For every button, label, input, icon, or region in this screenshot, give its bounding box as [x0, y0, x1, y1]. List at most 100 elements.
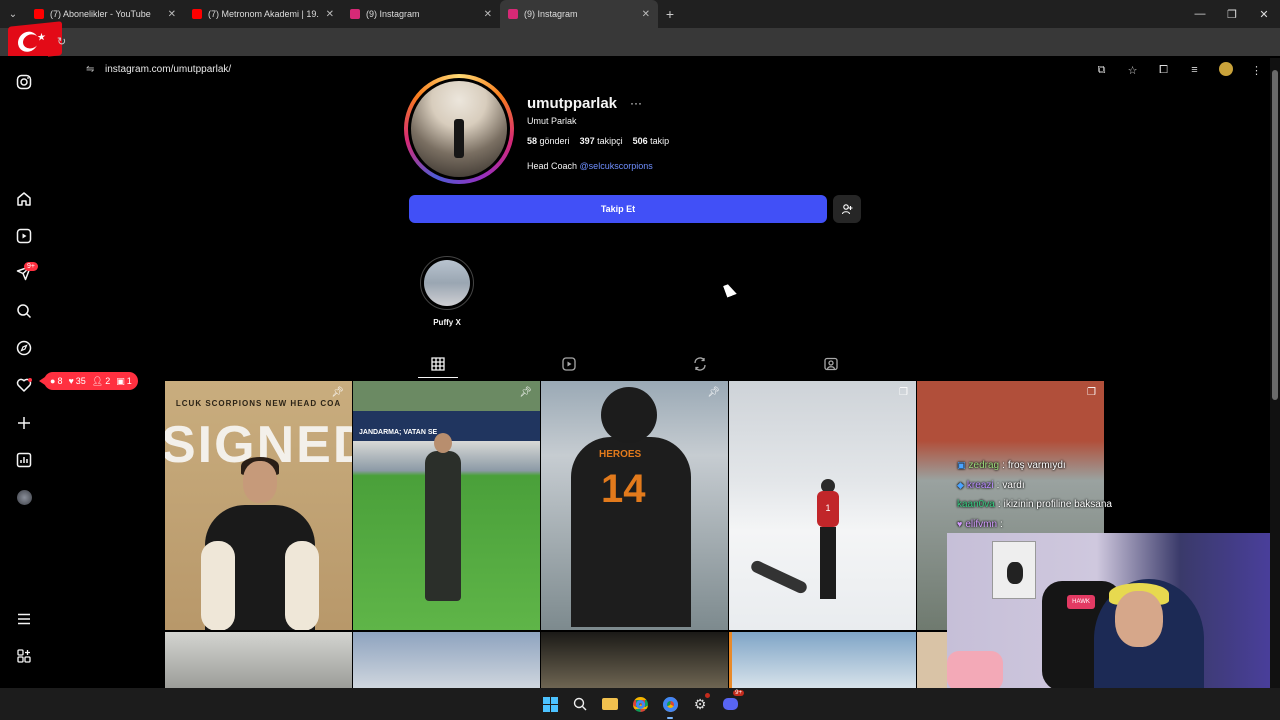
browser-toolbar-icons: ⧉ ☆ ⧠ ≡ ⋮: [1086, 56, 1272, 84]
close-window-icon[interactable]: ✕: [1248, 0, 1280, 28]
tab-title: (9) Instagram: [524, 9, 578, 19]
jersey-number: 1: [825, 503, 831, 513]
stream-chat-overlay: ▣ zedrag: froş varmıydı ◆ kreazi: vardı kaan…: [957, 456, 1157, 534]
close-tab-icon[interactable]: ✕: [168, 9, 176, 20]
chat-message: kaan0va: ikizinin profiline baksana: [957, 499, 1112, 511]
jersey-team-text: HEROES: [599, 449, 642, 460]
requests-count: ▣ 1: [116, 375, 132, 387]
tab-search-chevron-icon[interactable]: ⌄: [0, 0, 26, 28]
chrome-active-icon[interactable]: [660, 694, 680, 719]
notifications-heart-icon[interactable]: [14, 375, 34, 395]
chat-badge-icon: ◆: [957, 479, 964, 490]
browser-tab-instagram-active[interactable]: (9) Instagram ✕: [500, 0, 658, 28]
carousel-icon: ❐: [899, 387, 908, 398]
bookmark-star-icon[interactable]: ☆: [1117, 64, 1148, 77]
scrollbar-thumb[interactable]: [1272, 70, 1278, 400]
tab-title: (9) Instagram: [366, 9, 420, 19]
post-banner-text: LCUK SCORPIONS NEW HEAD COA: [175, 399, 342, 408]
following-stat[interactable]: 506 takip: [633, 136, 670, 146]
youtube-icon: [192, 9, 202, 19]
reels-icon[interactable]: [14, 226, 34, 246]
follow-request-icon: ▣: [116, 375, 125, 386]
address-bar: ⇋ instagram.com/umutpparlak/ ⧉ ☆ ⧠ ≡ ⋮: [0, 28, 1280, 77]
profile-picture[interactable]: [404, 74, 514, 184]
pinned-icon: 📌︎: [519, 387, 532, 398]
wall-poster: [992, 541, 1036, 599]
jersey-number: 14: [601, 467, 646, 511]
discord-icon[interactable]: 9+: [720, 690, 744, 714]
tab-title: (7) Abonelikler - YouTube: [50, 9, 151, 19]
instagram-logo-icon[interactable]: [14, 72, 34, 92]
youtube-icon: [34, 9, 44, 19]
tab-title: (7) Metronom Akademi | 19. Bö: [208, 9, 322, 19]
home-icon[interactable]: [14, 189, 34, 209]
followers-stat[interactable]: 397 takipçi: [580, 136, 623, 146]
page-scrollbar[interactable]: [1270, 58, 1280, 688]
plush-toy: [947, 651, 1003, 688]
story-highlight[interactable]: [420, 256, 474, 310]
also-from-meta-icon[interactable]: [14, 646, 34, 666]
tab-posts-grid-icon[interactable]: [430, 356, 446, 372]
tab-reels-icon[interactable]: [561, 356, 577, 372]
extensions-icon[interactable]: ⧠: [1148, 64, 1179, 77]
profile-full-name: Umut Parlak: [527, 116, 577, 126]
chrome-icon[interactable]: [630, 694, 650, 714]
tab-reposts-icon[interactable]: [692, 356, 708, 372]
close-tab-icon[interactable]: ✕: [326, 9, 334, 20]
reload-icon[interactable]: ↻: [57, 35, 66, 48]
profile-bio: Head Coach @selcukscorpions: [527, 161, 653, 171]
media-controls-icon[interactable]: ≡: [1179, 64, 1210, 76]
profile-stats: 58 gönderi 397 takipçi 506 takip: [527, 136, 669, 146]
settings-gear-icon[interactable]: ⚙: [690, 693, 710, 714]
carousel-icon: ❐: [1087, 387, 1096, 398]
likes-count: ♥ 35: [68, 376, 86, 386]
browser-menu-icon[interactable]: ⋮: [1241, 64, 1272, 77]
comment-icon: ●: [50, 376, 56, 386]
highlight-label: Puffy X: [433, 318, 461, 327]
more-menu-icon[interactable]: [14, 609, 34, 629]
post-thumbnail[interactable]: [353, 632, 540, 688]
install-app-icon[interactable]: ⧉: [1086, 64, 1117, 77]
restore-icon[interactable]: ❐: [1216, 0, 1248, 28]
profile-avatar-icon[interactable]: [1210, 61, 1241, 79]
dashboard-icon[interactable]: [14, 450, 34, 470]
close-tab-icon[interactable]: ✕: [484, 9, 492, 20]
post-thumbnail[interactable]: [541, 632, 728, 688]
profile-avatar[interactable]: [14, 487, 34, 507]
post-thumbnail[interactable]: LCUK SCORPIONS NEW HEAD COA SIGNED 📌︎: [165, 381, 352, 630]
minimize-icon[interactable]: —: [1184, 0, 1216, 28]
site-info-icon[interactable]: ⇋: [86, 64, 94, 75]
close-tab-icon[interactable]: ✕: [642, 9, 650, 20]
windows-taskbar: ⚙ 9+: [0, 688, 1280, 720]
instagram-sidebar: [0, 56, 48, 688]
chat-message: ♥ elifvmn:: [957, 518, 1003, 530]
tab-tagged-icon[interactable]: [823, 356, 839, 372]
post-thumbnail[interactable]: [917, 632, 947, 688]
post-thumbnail[interactable]: HEROES 14 📌︎: [541, 381, 728, 630]
url-text[interactable]: instagram.com/umutpparlak/: [105, 64, 231, 75]
suggested-users-button[interactable]: [833, 195, 861, 223]
bio-mention-link[interactable]: @selcukscorpions: [580, 161, 653, 171]
follow-button[interactable]: Takip Et: [409, 195, 827, 223]
options-more-icon[interactable]: ···: [630, 96, 642, 110]
windows-start-icon[interactable]: [540, 694, 560, 714]
post-thumbnail[interactable]: JANDARMA; VATAN SE 📌︎: [353, 381, 540, 630]
create-plus-icon[interactable]: [14, 413, 34, 433]
pinned-icon: 📌︎: [707, 387, 720, 398]
browser-tab-instagram[interactable]: (9) Instagram ✕: [342, 0, 500, 28]
post-thumbnail[interactable]: [729, 632, 916, 688]
profile-username: umutpparlak: [527, 95, 618, 112]
activity-notification-bubble[interactable]: ● 8 ♥ 35 👤︎ 2 ▣ 1: [39, 372, 138, 390]
browser-tab-metronom[interactable]: (7) Metronom Akademi | 19. Bö ✕: [184, 0, 342, 28]
pinned-icon: 📌︎: [331, 387, 344, 398]
post-thumbnail[interactable]: 1 ❐: [729, 381, 916, 630]
active-tab-indicator: [418, 377, 458, 378]
explore-icon[interactable]: [14, 338, 34, 358]
file-explorer-icon[interactable]: [600, 694, 620, 714]
chat-message: ▣ zedrag: froş varmıydı: [957, 460, 1066, 472]
new-tab-button[interactable]: +: [658, 6, 682, 22]
turkish-flag-overlay-icon: ★: [8, 21, 62, 61]
search-icon[interactable]: [570, 694, 590, 714]
post-thumbnail[interactable]: [165, 632, 352, 688]
search-icon[interactable]: [14, 301, 34, 321]
